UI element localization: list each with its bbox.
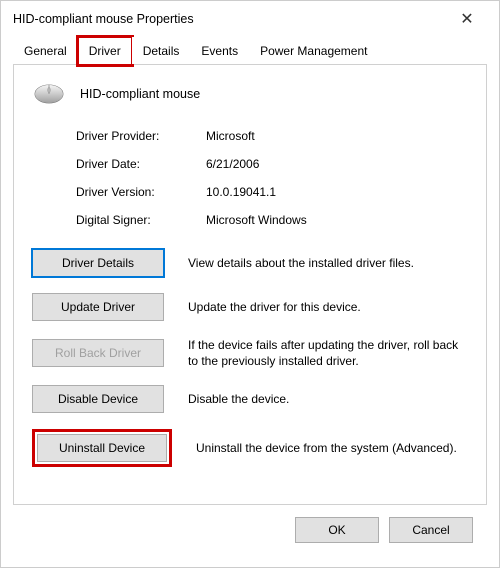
properties-dialog: HID-compliant mouse Properties ✕ General… (0, 0, 500, 568)
tab-events[interactable]: Events (190, 37, 249, 64)
uninstall-device-button[interactable]: Uninstall Device (37, 434, 167, 462)
window-title: HID-compliant mouse Properties (13, 12, 194, 26)
update-driver-button[interactable]: Update Driver (32, 293, 164, 321)
action-row-rollback: Roll Back Driver If the device fails aft… (32, 337, 468, 369)
mouse-icon (32, 81, 66, 107)
tab-driver[interactable]: Driver (78, 37, 132, 65)
action-row-uninstall: Uninstall Device Uninstall the device fr… (32, 429, 468, 467)
update-driver-desc: Update the driver for this device. (188, 299, 468, 315)
disable-device-button[interactable]: Disable Device (32, 385, 164, 413)
device-header: HID-compliant mouse (32, 81, 468, 107)
provider-label: Driver Provider: (76, 129, 206, 143)
provider-value: Microsoft (206, 129, 468, 143)
titlebar: HID-compliant mouse Properties ✕ (1, 1, 499, 37)
date-value: 6/21/2006 (206, 157, 468, 171)
tab-strip: General Driver Details Events Power Mana… (13, 37, 487, 65)
uninstall-device-desc: Uninstall the device from the system (Ad… (196, 440, 468, 456)
rollback-driver-desc: If the device fails after updating the d… (188, 337, 468, 369)
device-name: HID-compliant mouse (80, 87, 200, 101)
action-row-details: Driver Details View details about the in… (32, 249, 468, 277)
driver-panel: HID-compliant mouse Driver Provider: Mic… (13, 65, 487, 505)
driver-info-grid: Driver Provider: Microsoft Driver Date: … (76, 129, 468, 227)
tab-general[interactable]: General (13, 37, 78, 64)
dialog-footer: OK Cancel (13, 505, 487, 555)
close-button[interactable]: ✕ (447, 9, 487, 29)
signer-value: Microsoft Windows (206, 213, 468, 227)
content-area: General Driver Details Events Power Mana… (1, 37, 499, 567)
action-row-disable: Disable Device Disable the device. (32, 385, 468, 413)
disable-device-desc: Disable the device. (188, 391, 468, 407)
version-value: 10.0.19041.1 (206, 185, 468, 199)
driver-details-button[interactable]: Driver Details (32, 249, 164, 277)
cancel-button[interactable]: Cancel (389, 517, 473, 543)
driver-details-desc: View details about the installed driver … (188, 255, 468, 271)
rollback-driver-button: Roll Back Driver (32, 339, 164, 367)
uninstall-highlight: Uninstall Device (32, 429, 172, 467)
signer-label: Digital Signer: (76, 213, 206, 227)
action-list: Driver Details View details about the in… (32, 249, 468, 467)
tab-power-management[interactable]: Power Management (249, 37, 378, 64)
action-row-update: Update Driver Update the driver for this… (32, 293, 468, 321)
tab-details[interactable]: Details (132, 37, 191, 64)
version-label: Driver Version: (76, 185, 206, 199)
ok-button[interactable]: OK (295, 517, 379, 543)
date-label: Driver Date: (76, 157, 206, 171)
